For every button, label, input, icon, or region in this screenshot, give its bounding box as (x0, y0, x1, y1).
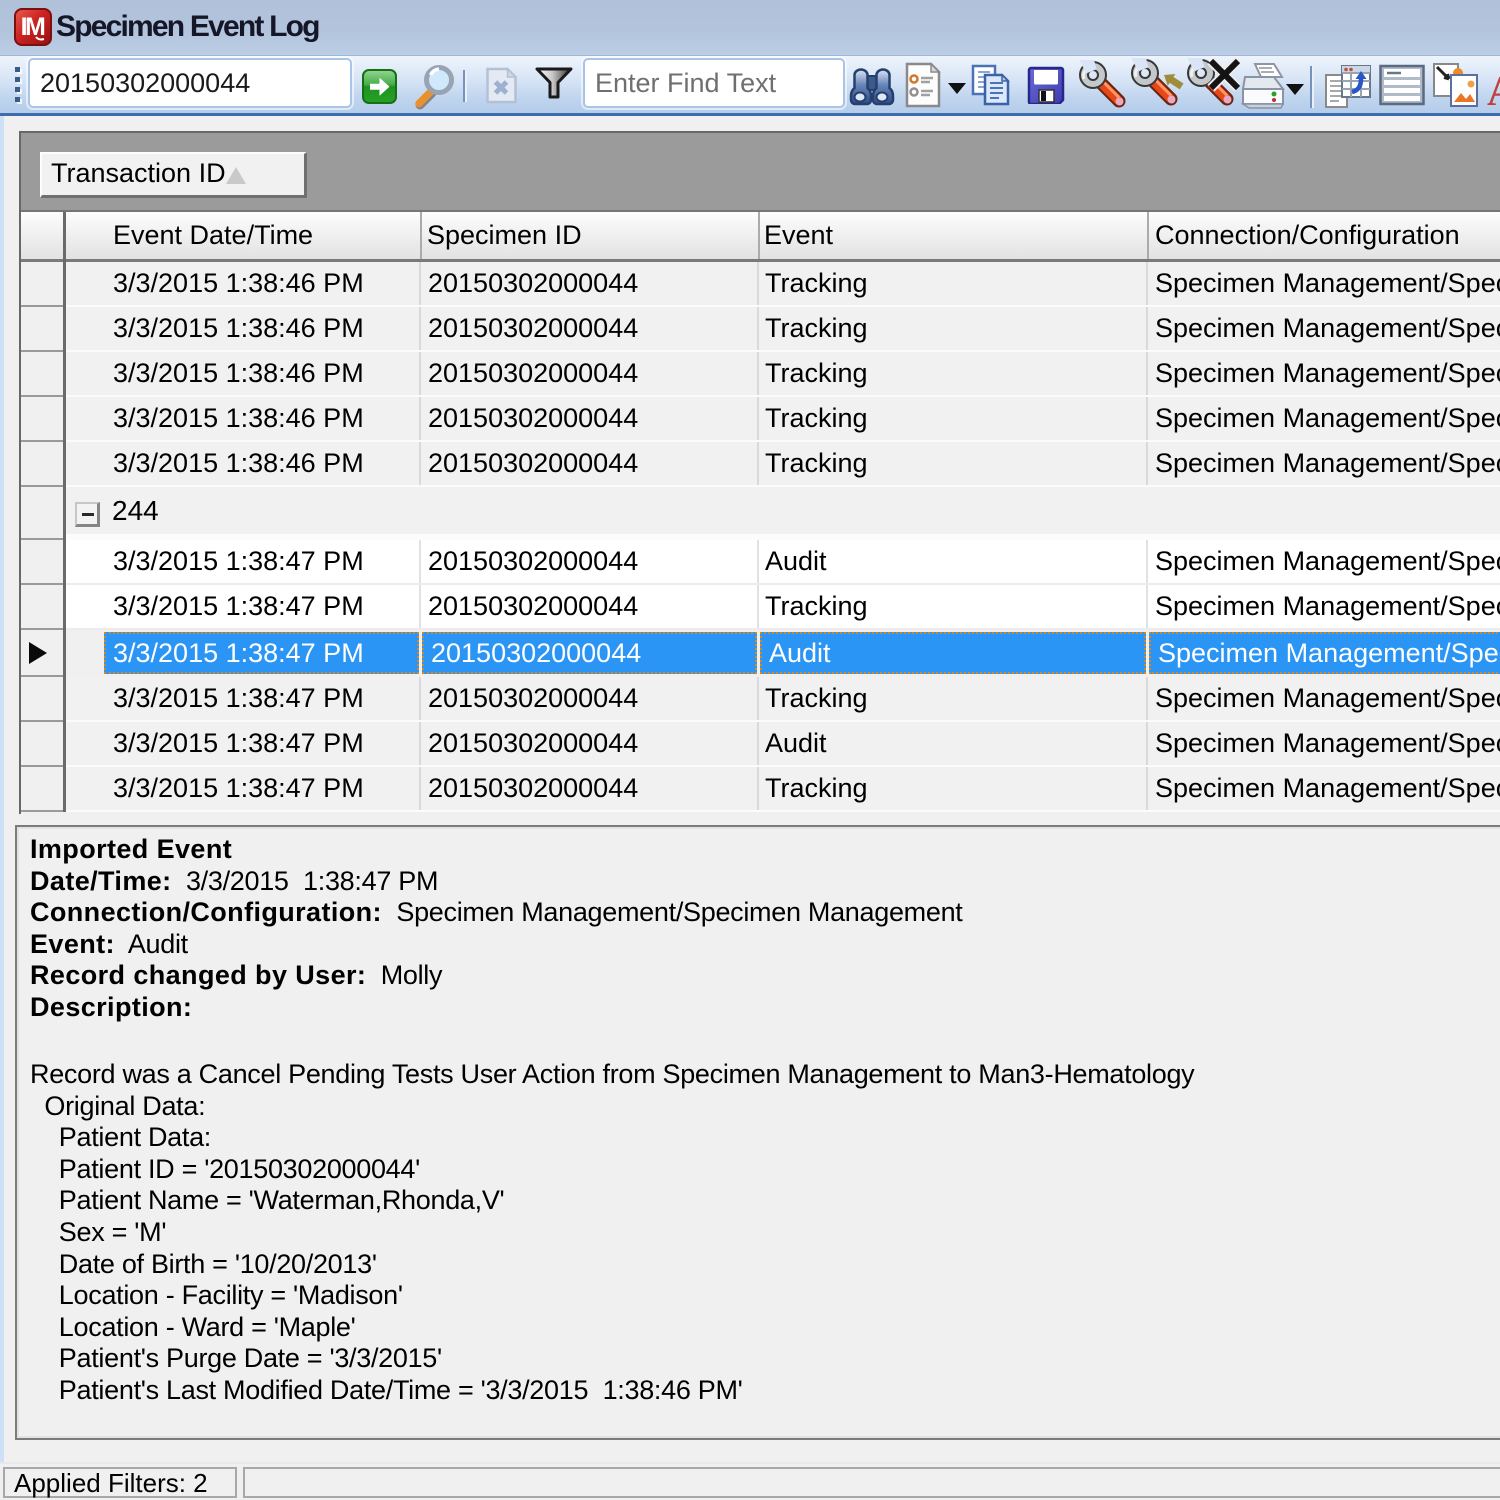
svg-text:IM: IM (21, 13, 45, 41)
